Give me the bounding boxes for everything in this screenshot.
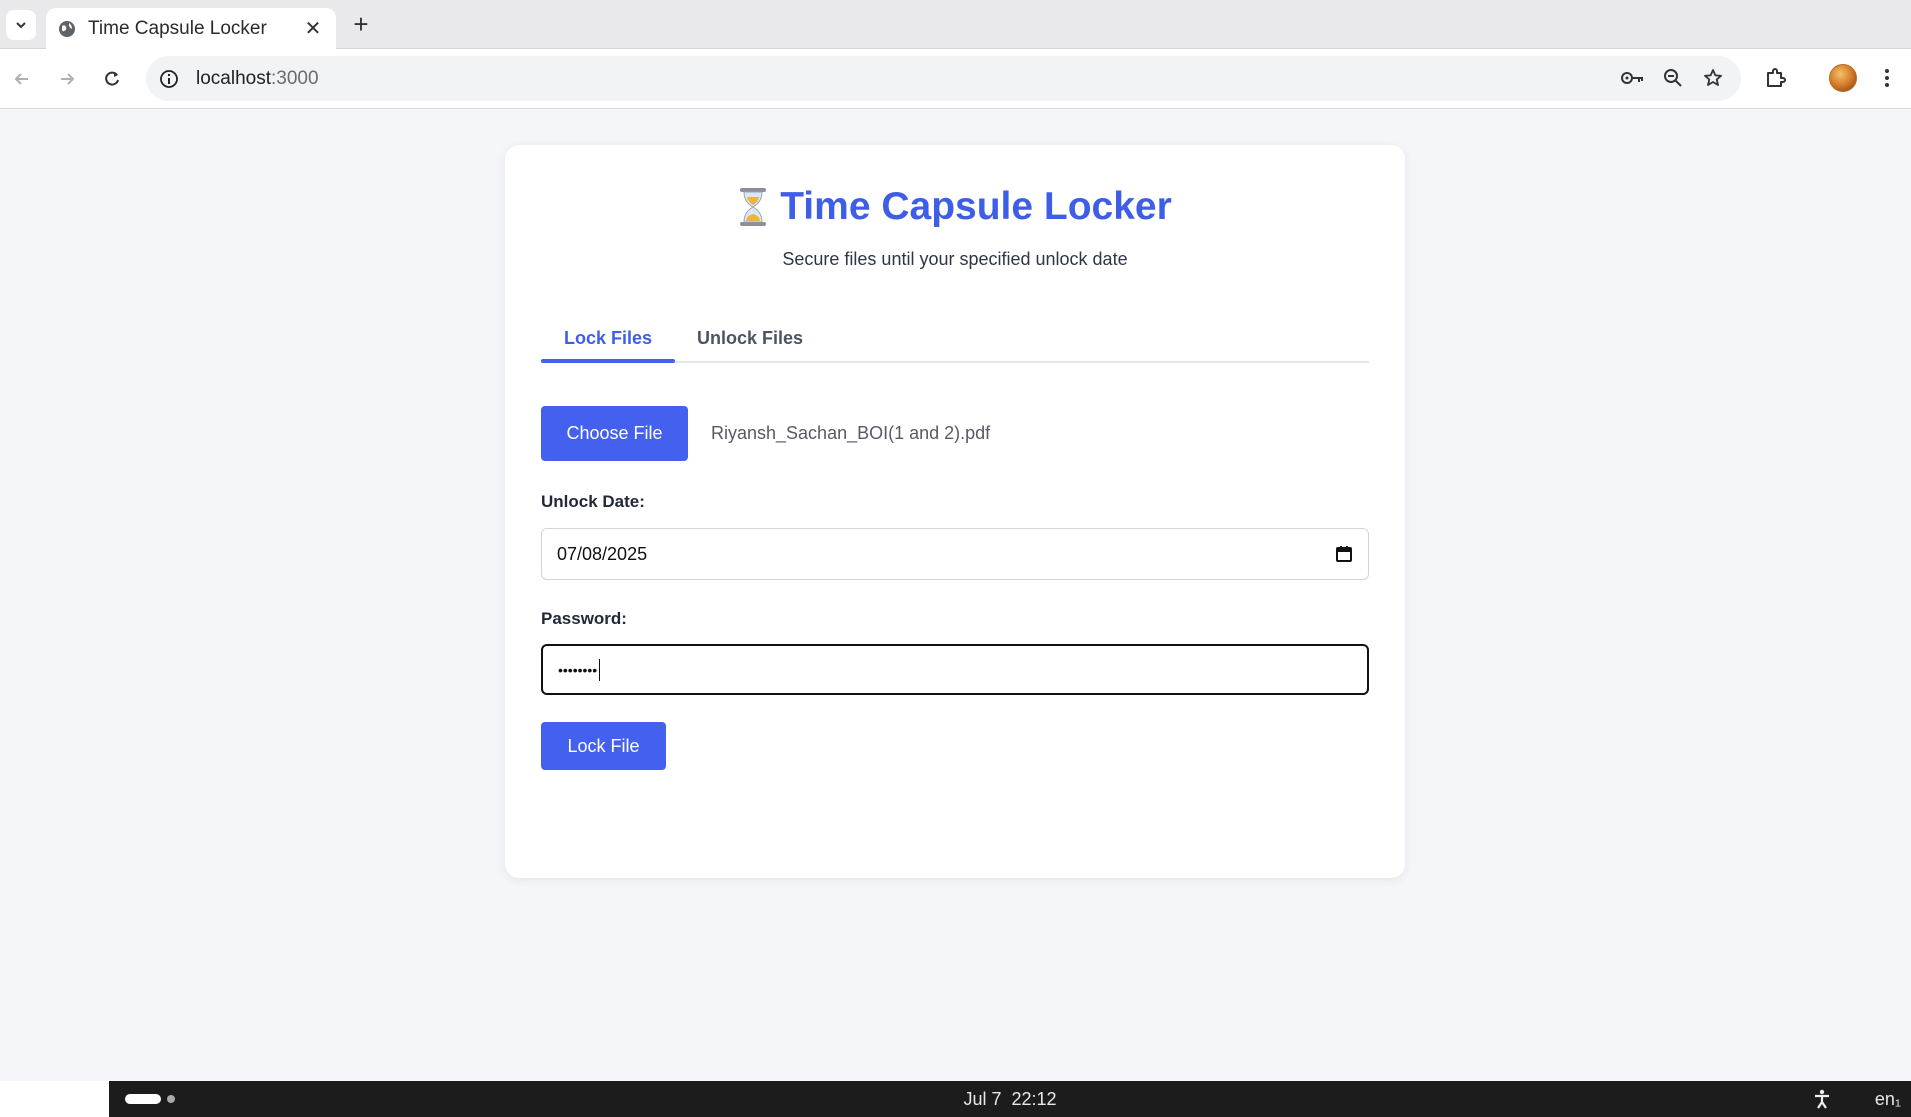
tab-title: Time Capsule Locker [88,17,267,39]
taskbar-time: 22:12 [1011,1088,1057,1109]
chevron-down-icon [16,22,26,29]
tab-lock-files[interactable]: Lock Files [541,315,675,363]
globe-icon [59,20,75,37]
forward-arrow-icon [61,73,75,85]
profile-button[interactable] [1828,63,1858,93]
reload-button[interactable] [100,67,124,91]
back-button[interactable] [10,67,34,91]
choose-file-button[interactable]: Choose File [541,406,688,461]
calendar-icon[interactable] [1335,545,1353,563]
password-key-icon[interactable] [1621,66,1645,90]
bookmark-star-icon[interactable] [1701,66,1725,90]
unlock-date-label: Unlock Date: [541,492,645,511]
extensions-button[interactable] [1760,63,1790,93]
taskbar-date: Jul 7 [963,1088,1002,1109]
tab-search-button[interactable] [6,10,36,40]
language-indicator[interactable]: en₁ [1875,1081,1901,1117]
zoom-icon[interactable] [1661,66,1685,90]
back-arrow-icon [14,73,28,85]
tab-unlock-files[interactable]: Unlock Files [675,315,825,361]
forward-button[interactable] [55,67,79,91]
browser-menu-button[interactable] [1872,63,1902,93]
os-taskbar: Jul 7 22:12 en₁ [109,1081,1911,1117]
mode-tabs: Lock Files Unlock Files [541,315,1369,363]
taskbar-left-gap [0,1081,109,1117]
page-title: Time Capsule Locker [738,185,1172,229]
url-text: localhost:3000 [196,68,319,90]
password-label: Password: [541,609,627,628]
lock-file-button[interactable]: Lock File [541,722,666,770]
browser-toolbar: localhost:3000 [0,49,1911,109]
locker-card: Time Capsule Locker Secure files until y… [505,145,1405,878]
avatar [1829,64,1857,92]
selected-file-name: Riyansh_Sachan_BOI(1 and 2).pdf [711,423,991,443]
site-info-icon[interactable] [158,68,180,90]
password-input[interactable]: •••••••• [541,644,1369,695]
accessibility-icon[interactable] [1811,1088,1833,1110]
unlock-date-input[interactable]: 07/08/2025 [541,528,1369,580]
hourglass-icon [740,188,767,226]
text-caret [599,658,601,681]
new-tab-button[interactable]: + [348,11,374,38]
browser-tabstrip: Time Capsule Locker ✕ + [0,0,1911,49]
browser-tab[interactable]: Time Capsule Locker ✕ [46,8,336,49]
page-title-text: Time Capsule Locker [780,185,1172,228]
page-subtitle: Secure files until your specified unlock… [782,249,1128,269]
reload-icon [105,71,119,86]
url-port: :3000 [271,67,319,89]
taskbar-clock[interactable]: Jul 7 22:12 [109,1081,1911,1117]
url-host: localhost [196,67,271,89]
kebab-menu-icon [1885,69,1889,87]
password-masked-value: •••••••• [558,661,598,678]
address-bar[interactable]: localhost:3000 [146,56,1741,101]
unlock-date-value: 07/08/2025 [557,543,648,564]
tab-close-icon[interactable]: ✕ [302,16,324,41]
puzzle-icon [1767,68,1786,87]
